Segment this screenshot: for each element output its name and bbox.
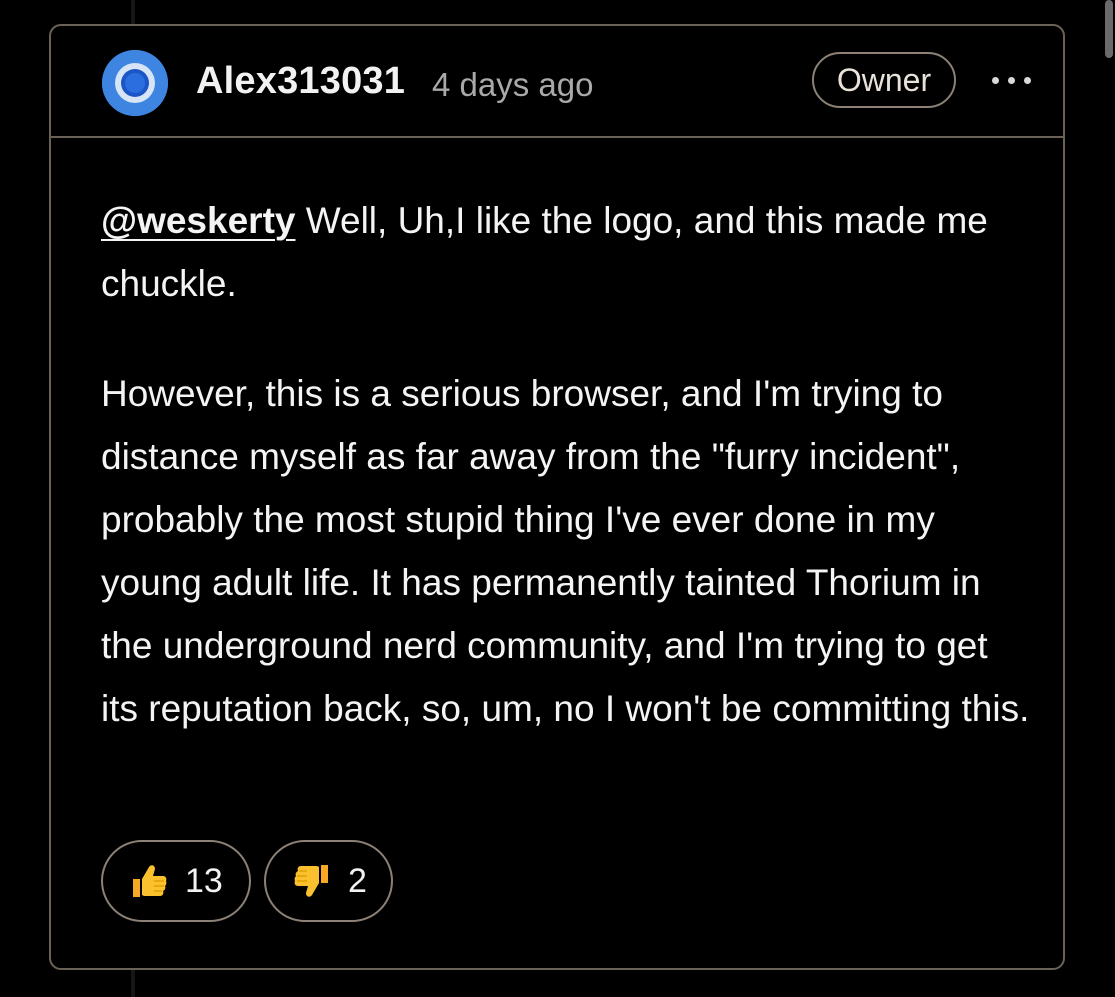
kebab-menu-icon-dot [1007,76,1015,84]
kebab-menu-icon [991,76,999,84]
comment-header: Alex313031 4 days ago Owner [51,26,1063,138]
avatar[interactable] [102,50,168,116]
comment-body: @weskerty Well, Uh,I like the logo, and … [101,189,1031,740]
thumbs-down-count: 2 [348,861,367,900]
kebab-menu-icon-dot [1023,76,1031,84]
thumbs-up-count: 13 [185,861,223,900]
thumbs-down-reaction-button[interactable]: 2 [264,840,393,922]
thumbs-down-icon [292,861,332,901]
comment-paragraph-1: @weskerty Well, Uh,I like the logo, and … [101,189,1031,315]
owner-badge: Owner [812,52,956,108]
scrollbar[interactable] [1103,0,1115,60]
author-name[interactable]: Alex313031 [196,60,405,103]
page: Alex313031 4 days ago Owner @weskerty We… [0,0,1115,997]
comment-options-button[interactable] [981,60,1041,100]
scrollbar-thumb[interactable] [1105,0,1113,58]
comment-card: Alex313031 4 days ago Owner @weskerty We… [49,24,1065,970]
comment-paragraph-2: However, this is a serious browser, and … [101,373,1030,729]
thumbs-up-icon [129,861,169,901]
user-mention-link[interactable]: @weskerty [101,200,295,241]
thumbs-up-reaction-button[interactable]: 13 [101,840,251,922]
avatar-logo-icon [102,50,168,116]
comment-timestamp[interactable]: 4 days ago [432,66,593,104]
reactions-bar: 13 2 [101,840,393,922]
